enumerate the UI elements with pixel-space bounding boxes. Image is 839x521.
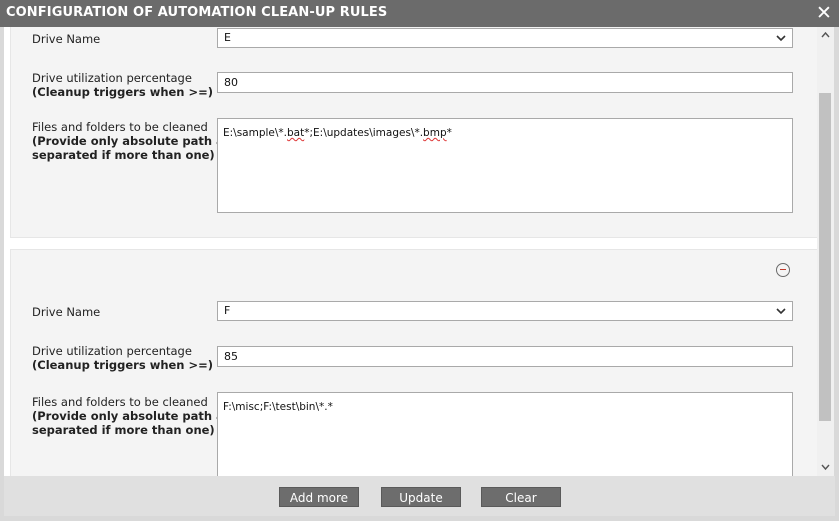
- scroll-up-icon[interactable]: [821, 31, 830, 39]
- utilization-note: (Cleanup triggers when >=): [32, 85, 214, 99]
- utilization-label: Drive utilization percentage (Cleanup tr…: [32, 344, 213, 372]
- utilization-input[interactable]: 80: [217, 72, 793, 93]
- update-button[interactable]: Update: [381, 487, 461, 507]
- utilization-label-text: Drive utilization percentage: [32, 71, 192, 85]
- utilization-value: 85: [224, 350, 238, 363]
- add-more-button[interactable]: Add more: [279, 487, 359, 507]
- scrollbar-thumb[interactable]: [819, 93, 831, 421]
- files-label-text: Files and folders to be cleaned: [32, 120, 208, 134]
- path-part-misspelled: bat: [287, 127, 305, 139]
- files-textarea[interactable]: E:\sample\*.bat*;E:\updates\images\*.bmp…: [217, 118, 793, 213]
- dialog-titlebar: CONFIGURATION OF AUTOMATION CLEAN-UP RUL…: [0, 0, 839, 27]
- rules-scroll-area[interactable]: Drive Name E Drive utilization percentag…: [4, 27, 817, 476]
- utilization-value: 80: [224, 76, 238, 89]
- files-value: F:\misc;F:\test\bin\*.*: [223, 401, 333, 413]
- clear-button[interactable]: Clear: [481, 487, 561, 507]
- close-icon[interactable]: ✕: [814, 2, 834, 24]
- files-value: E:\sample\*.bat*;E:\updates\images\*.bmp…: [223, 127, 452, 139]
- vertical-scrollbar[interactable]: [817, 27, 834, 476]
- drive-name-value: E: [224, 31, 231, 44]
- utilization-input[interactable]: 85: [217, 346, 793, 367]
- drive-name-label: Drive Name: [32, 305, 101, 319]
- files-textarea[interactable]: F:\misc;F:\test\bin\*.*: [217, 392, 793, 476]
- dialog-title: CONFIGURATION OF AUTOMATION CLEAN-UP RUL…: [6, 5, 388, 20]
- drive-name-label: Drive Name: [32, 32, 101, 46]
- path-part: E:\sample\*.: [223, 127, 288, 139]
- rule-panel-2: Drive Name F Drive utilization percentag…: [10, 249, 817, 476]
- path-part: *: [446, 127, 452, 139]
- chevron-down-icon: [776, 35, 786, 42]
- rule-panel-1: Drive Name E Drive utilization percentag…: [10, 27, 817, 238]
- scroll-down-icon[interactable]: [821, 463, 830, 471]
- drive-name-select[interactable]: E: [217, 28, 793, 48]
- files-label-text: Files and folders to be cleaned: [32, 395, 208, 409]
- utilization-note: (Cleanup triggers when >=): [32, 358, 214, 372]
- cleanup-rules-dialog: CONFIGURATION OF AUTOMATION CLEAN-UP RUL…: [0, 0, 839, 521]
- remove-rule-icon[interactable]: [776, 263, 790, 277]
- utilization-label: Drive utilization percentage (Cleanup tr…: [32, 71, 213, 99]
- path-part: *;E:\updates\images\*.: [304, 127, 424, 139]
- dialog-footer: Add more Update Clear: [4, 476, 835, 516]
- drive-name-value: F: [224, 304, 231, 317]
- utilization-label-text: Drive utilization percentage: [32, 344, 192, 358]
- chevron-down-icon: [776, 308, 786, 315]
- drive-name-select[interactable]: F: [217, 301, 793, 321]
- path-part-misspelled: bmp: [423, 127, 447, 139]
